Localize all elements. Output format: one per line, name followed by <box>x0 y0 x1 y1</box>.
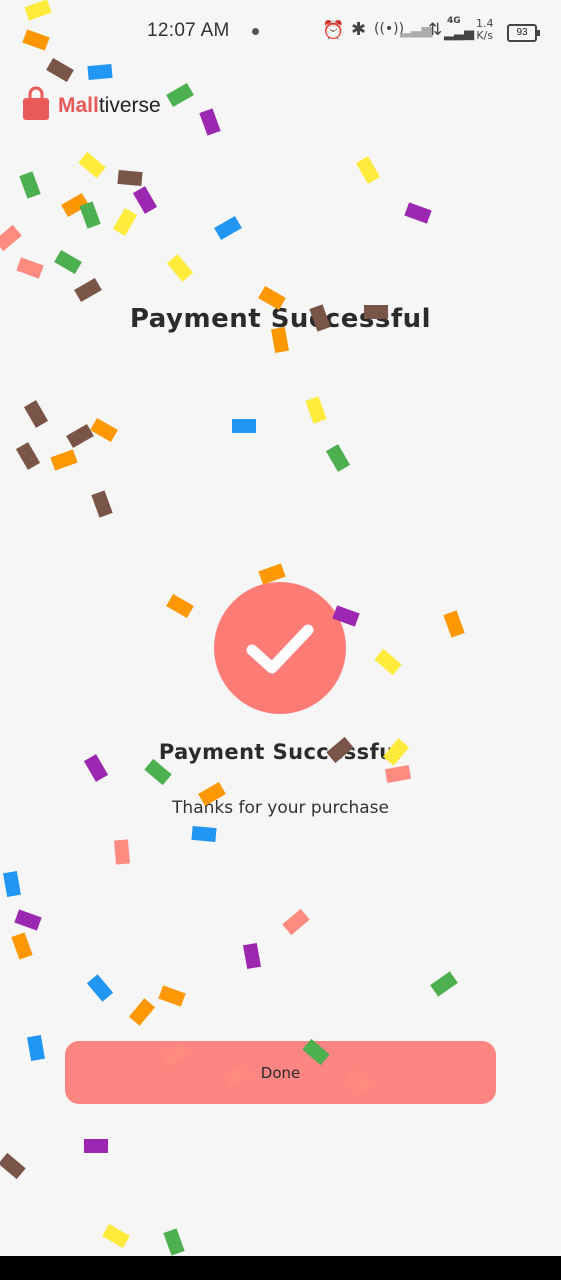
status-icons: ⏰ ✱ ((•)) ▂▃▅ ⇅ 4G ▂▃▅ 1.4 K/s 93 <box>322 16 542 46</box>
confetti-piece <box>112 208 138 236</box>
confetti-piece <box>15 442 41 470</box>
alarm-icon: ⏰ <box>322 20 345 41</box>
confetti-piece <box>102 1223 130 1249</box>
status-time: 12:07 AM <box>147 20 230 41</box>
confetti-piece <box>84 1139 108 1153</box>
signal-icon: ▂▃▅ <box>444 26 474 41</box>
success-check-icon <box>214 582 346 714</box>
confetti-piece <box>191 825 217 843</box>
status-bar: 12:07 AM ⏰ ✱ ((•)) ▂▃▅ ⇅ 4G ▂▃▅ 1.4 K/s … <box>0 0 561 64</box>
confetti-piece <box>86 974 114 1002</box>
confetti-piece <box>199 108 221 136</box>
confetti-piece <box>430 971 458 997</box>
bluetooth-icon: ✱ <box>351 19 367 40</box>
confetti-piece <box>282 908 310 936</box>
logo-text: Malltiverse <box>58 94 161 118</box>
data-arrows-icon: ⇅ <box>428 20 443 40</box>
confetti-piece <box>355 156 381 184</box>
confetti-piece <box>158 985 186 1007</box>
confetti-piece <box>404 202 432 224</box>
navigation-bar <box>0 1256 561 1280</box>
confetti-piece <box>54 249 82 275</box>
confetti-piece <box>0 1152 26 1180</box>
confetti-piece <box>305 396 327 424</box>
logo-tiverse: tiverse <box>98 94 161 117</box>
confetti-piece <box>113 839 131 865</box>
done-button[interactable]: Done <box>65 1041 496 1104</box>
confetti-piece <box>166 254 194 282</box>
logo-mall: Mall <box>58 94 99 117</box>
confetti-piece <box>384 765 412 783</box>
confetti-piece <box>78 151 106 179</box>
confetti-piece <box>61 192 89 218</box>
confetti-piece <box>166 593 194 619</box>
battery-icon: 93 <box>507 24 540 42</box>
speed-unit: K/s <box>476 29 494 42</box>
confetti-piece <box>232 419 256 433</box>
success-subtitle: Thanks for your purchase <box>172 798 389 818</box>
confetti-piece <box>374 648 402 676</box>
confetti-piece <box>16 257 44 279</box>
confetti-piece <box>87 63 113 81</box>
confetti-piece <box>243 942 261 970</box>
confetti-piece <box>50 449 78 471</box>
confetti-piece <box>91 490 113 518</box>
confetti-piece <box>117 169 143 187</box>
app-logo: Malltiverse <box>22 86 172 126</box>
confetti-piece <box>90 417 118 443</box>
page-title: Payment Successful <box>129 304 432 334</box>
confetti-piece <box>3 870 21 898</box>
confetti-piece <box>27 1034 45 1062</box>
confetti-piece <box>66 423 94 449</box>
network-type: 4G <box>447 16 461 26</box>
confetti-piece <box>74 277 102 303</box>
confetti-piece <box>11 932 33 960</box>
confetti-piece <box>23 400 49 428</box>
success-heading: Payment Successful <box>158 740 403 764</box>
confetti-piece <box>0 224 22 252</box>
confetti-piece <box>163 1228 185 1256</box>
confetti-piece <box>214 215 242 241</box>
confetti-piece <box>19 171 41 199</box>
shopping-bag-icon <box>23 86 49 120</box>
confetti-piece <box>79 201 101 229</box>
confetti-piece <box>443 610 465 638</box>
confetti-piece <box>325 444 351 472</box>
network-speed: 1.4 K/s <box>476 18 494 42</box>
notification-dot <box>252 28 259 35</box>
confetti-piece <box>128 998 156 1026</box>
confetti-piece <box>14 909 42 931</box>
confetti-piece <box>132 186 158 214</box>
